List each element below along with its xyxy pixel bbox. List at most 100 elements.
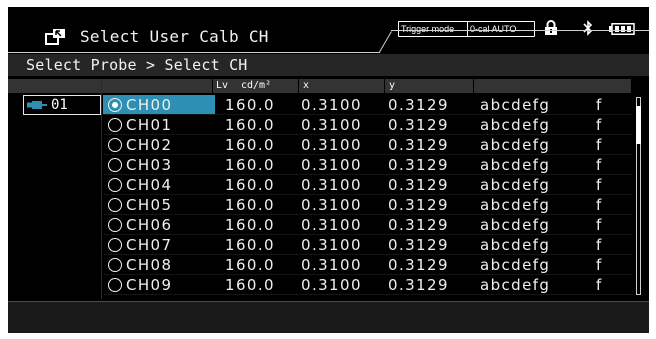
radio-unselected-icon[interactable] xyxy=(108,118,122,132)
flag-value: f xyxy=(596,116,603,134)
trigger-mode-badge: Trigger mode xyxy=(398,21,468,37)
channel-cell[interactable]: CH03 xyxy=(103,155,215,175)
x-value: 0.3100 xyxy=(301,276,362,294)
channel-row[interactable]: CH00 160.0 0.3100 0.3129 abcdefg f xyxy=(103,95,633,115)
header-divider-top xyxy=(391,30,649,31)
flag-value: f xyxy=(596,196,603,214)
y-value: 0.3129 xyxy=(388,236,449,254)
probe-label: 01 xyxy=(51,97,68,113)
scrollbar-thumb[interactable] xyxy=(636,106,641,144)
channel-row[interactable]: CH07 160.0 0.3100 0.3129 abcdefg f xyxy=(103,235,633,255)
breadcrumb-bar: Select Probe > Select CH xyxy=(8,54,649,76)
channel-row[interactable]: CH08 160.0 0.3100 0.3129 abcdefg f xyxy=(103,255,633,275)
lv-value: 160.0 xyxy=(225,156,275,174)
window-select-icon xyxy=(45,29,65,45)
channel-row[interactable]: CH01 160.0 0.3100 0.3129 abcdefg f xyxy=(103,115,633,135)
y-value: 0.3129 xyxy=(388,196,449,214)
probe-item-01[interactable]: 01 xyxy=(23,95,101,115)
lv-value: 160.0 xyxy=(225,176,275,194)
channel-cell[interactable]: CH07 xyxy=(103,235,215,255)
channel-row[interactable]: CH09 160.0 0.3100 0.3129 abcdefg f xyxy=(103,275,633,295)
channel-label: CH07 xyxy=(126,236,173,254)
column-divider xyxy=(101,79,102,299)
channel-label: CH01 xyxy=(126,116,173,134)
y-value: 0.3129 xyxy=(388,136,449,154)
lv-value: 160.0 xyxy=(225,276,275,294)
channel-cell[interactable]: CH05 xyxy=(103,195,215,215)
y-value: 0.3129 xyxy=(388,256,449,274)
radio-unselected-icon[interactable] xyxy=(108,278,122,292)
header-divider-slant xyxy=(379,31,392,53)
radio-unselected-icon[interactable] xyxy=(108,178,122,192)
x-header-label: x xyxy=(303,80,310,91)
y-value: 0.3129 xyxy=(388,156,449,174)
lv-value: 160.0 xyxy=(225,96,275,114)
flag-value: f xyxy=(596,96,603,114)
breadcrumb: Select Probe > Select CH xyxy=(26,56,248,74)
channel-cell[interactable]: CH04 xyxy=(103,175,215,195)
y-value: 0.3129 xyxy=(388,116,449,134)
battery-icon xyxy=(609,23,635,35)
flag-value: f xyxy=(596,176,603,194)
row-separator xyxy=(103,294,633,295)
flag-value: f xyxy=(596,216,603,234)
channel-cell[interactable]: CH02 xyxy=(103,135,215,155)
x-value: 0.3100 xyxy=(301,116,362,134)
channel-row[interactable]: CH05 160.0 0.3100 0.3129 abcdefg f xyxy=(103,195,633,215)
zero-cal-badge: 0-cal AUTO xyxy=(467,21,535,37)
channel-cell[interactable]: CH09 xyxy=(103,275,215,295)
device-frame: Select User Calb CH Trigger mode 0-cal A… xyxy=(0,0,656,339)
lv-header-label: Lv xyxy=(216,80,229,91)
channel-label: CH03 xyxy=(126,156,173,174)
channel-label: CH06 xyxy=(126,216,173,234)
lv-column-header: Lv cd/m² xyxy=(213,79,298,93)
radio-unselected-icon[interactable] xyxy=(108,238,122,252)
radio-unselected-icon[interactable] xyxy=(108,218,122,232)
lv-value: 160.0 xyxy=(225,196,275,214)
channel-cell[interactable]: CH06 xyxy=(103,215,215,235)
flag-value: f xyxy=(596,256,603,274)
lv-value: 160.0 xyxy=(225,256,275,274)
radio-unselected-icon[interactable] xyxy=(108,138,122,152)
header-divider xyxy=(8,52,380,53)
flag-value: f xyxy=(596,156,603,174)
channel-row[interactable]: CH03 160.0 0.3100 0.3129 abcdefg f xyxy=(103,155,633,175)
radio-unselected-icon[interactable] xyxy=(108,158,122,172)
name-column-header xyxy=(474,79,631,93)
y-value: 0.3129 xyxy=(388,216,449,234)
name-value: abcdefg xyxy=(480,156,551,174)
name-value: abcdefg xyxy=(480,216,551,234)
channel-cell[interactable]: CH08 xyxy=(103,255,215,275)
y-value: 0.3129 xyxy=(388,176,449,194)
y-value: 0.3129 xyxy=(388,276,449,294)
radio-unselected-icon[interactable] xyxy=(108,198,122,212)
name-value: abcdefg xyxy=(480,96,551,114)
radio-selected-icon[interactable] xyxy=(108,98,122,112)
x-value: 0.3100 xyxy=(301,156,362,174)
channel-cell[interactable]: CH01 xyxy=(103,115,215,135)
name-value: abcdefg xyxy=(480,236,551,254)
channel-label: CH04 xyxy=(126,176,173,194)
name-value: abcdefg xyxy=(480,136,551,154)
y-header-label: y xyxy=(389,80,396,91)
lv-value: 160.0 xyxy=(225,216,275,234)
channel-cell[interactable]: CH00 xyxy=(103,95,215,115)
bluetooth-icon xyxy=(583,20,593,36)
page-title: Select User Calb CH xyxy=(80,27,269,46)
x-value: 0.3100 xyxy=(301,196,362,214)
channel-row[interactable]: CH06 160.0 0.3100 0.3129 abcdefg f xyxy=(103,215,633,235)
name-value: abcdefg xyxy=(480,196,551,214)
channel-row[interactable]: CH02 160.0 0.3100 0.3129 abcdefg f xyxy=(103,135,633,155)
x-value: 0.3100 xyxy=(301,136,362,154)
radio-unselected-icon[interactable] xyxy=(108,258,122,272)
y-value: 0.3129 xyxy=(388,96,449,114)
x-value: 0.3100 xyxy=(301,96,362,114)
channel-label: CH05 xyxy=(126,196,173,214)
flag-value: f xyxy=(596,236,603,254)
channel-row[interactable]: CH04 160.0 0.3100 0.3129 abcdefg f xyxy=(103,175,633,195)
lv-unit-label: cd/m² xyxy=(241,80,272,91)
probe-plug-icon xyxy=(27,101,47,109)
channel-column-header xyxy=(102,79,212,93)
name-value: abcdefg xyxy=(480,276,551,294)
x-column-header: x xyxy=(299,79,384,93)
